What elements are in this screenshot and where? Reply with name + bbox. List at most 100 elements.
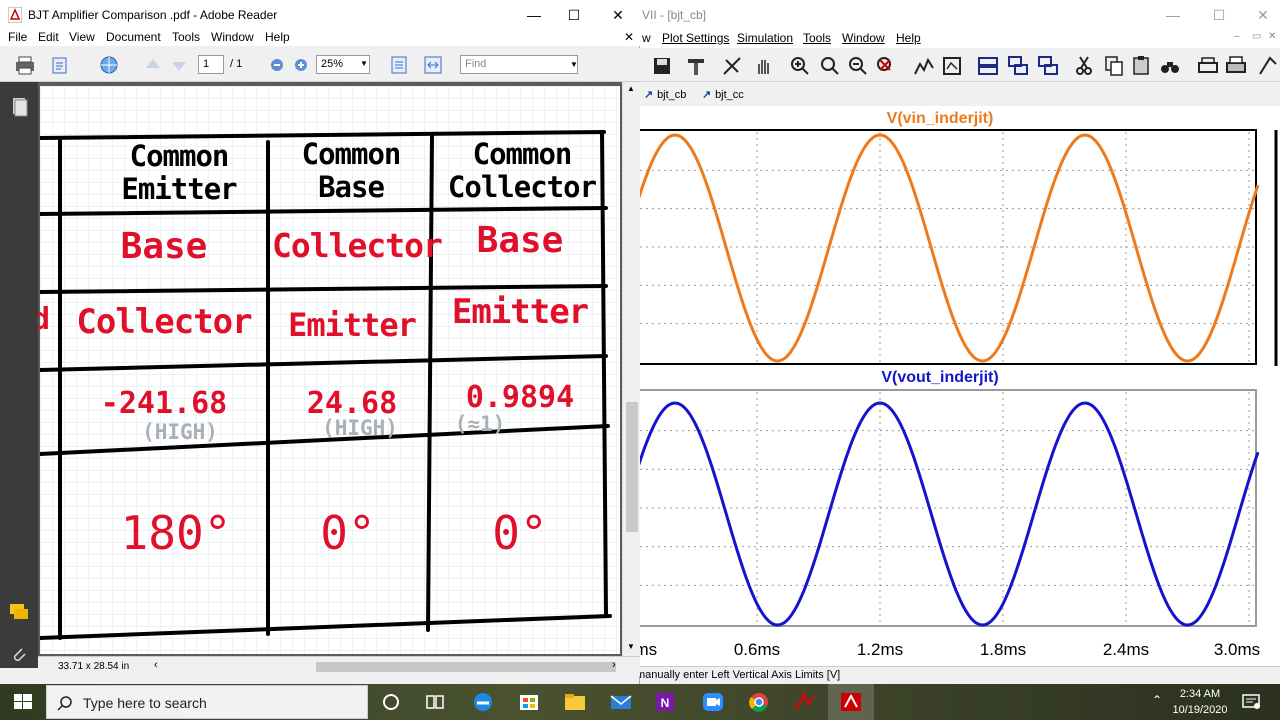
scroll-left-arrow-icon[interactable]: ‹ — [154, 659, 158, 671]
notification-center-icon[interactable] — [1242, 694, 1260, 710]
ltspice-menu-tools[interactable]: Tools — [803, 31, 831, 45]
tile-horizontal-icon[interactable] — [976, 54, 1000, 78]
attachments-paperclip-icon[interactable] — [10, 644, 28, 664]
microsoft-store-icon[interactable] — [506, 684, 552, 720]
zoom-cancel-icon[interactable] — [874, 54, 898, 78]
save-icon[interactable] — [650, 54, 674, 78]
find-dropdown-chevron-icon[interactable]: ▼ — [570, 60, 578, 69]
header-common-emitter-line2: Emitter — [121, 172, 237, 206]
task-view-icon[interactable] — [412, 684, 458, 720]
ltspice-menu-help[interactable]: Help — [896, 31, 921, 45]
vout-trace-title[interactable]: V(vout_inderjit) — [881, 369, 998, 386]
document-view[interactable]: Common Emitter Common Base Common Collec… — [38, 82, 622, 656]
ltspice-mdi-restore[interactable]: ▭ — [1252, 31, 1261, 42]
document-vertical-scrollbar[interactable]: ▲ ▼ — [622, 82, 640, 656]
menu-view[interactable]: View — [69, 30, 95, 44]
mail-icon[interactable] — [598, 684, 644, 720]
print-icon[interactable] — [1224, 54, 1248, 78]
zoom-area-icon[interactable] — [818, 54, 842, 78]
comments-panel-icon[interactable] — [8, 602, 30, 622]
scroll-up-arrow-icon[interactable]: ▲ — [627, 84, 635, 93]
next-page-icon[interactable] — [168, 54, 190, 76]
ltspice-taskbar-icon[interactable] — [782, 684, 828, 720]
scroll-down-arrow-icon[interactable]: ▼ — [627, 642, 635, 651]
cell-gain-note-cb: (HIGH) — [322, 416, 398, 440]
tile-vertical-icon[interactable] — [1036, 54, 1060, 78]
menu-document[interactable]: Document — [106, 30, 161, 44]
menu-edit[interactable]: Edit — [38, 30, 59, 44]
cell-input-cc: Base — [476, 220, 564, 261]
menu-help[interactable]: Help — [265, 30, 290, 44]
waveform-panes[interactable]: V(vin_inderjit) V(vout_inderjit) 0.0ms0.… — [640, 106, 1280, 666]
menu-window[interactable]: Window — [211, 30, 254, 44]
menu-tools[interactable]: Tools — [172, 30, 200, 44]
run-simulation-icon[interactable] — [720, 54, 744, 78]
print-icon[interactable] — [14, 54, 36, 76]
paste-icon[interactable] — [1130, 54, 1154, 78]
zoom-out-icon[interactable] — [846, 54, 870, 78]
tray-overflow-chevron-icon[interactable]: ⌃ — [1152, 693, 1162, 720]
edge-browser-icon[interactable] — [460, 684, 506, 720]
document-close-icon[interactable]: ✕ — [624, 30, 634, 44]
menu-file[interactable]: File — [8, 30, 27, 44]
zoom-app-icon[interactable] — [690, 684, 736, 720]
ltspice-menu-view-fragment[interactable]: w — [642, 31, 651, 45]
cortana-icon[interactable] — [368, 684, 414, 720]
zoom-in-icon[interactable] — [290, 54, 312, 76]
horizontal-scroll-thumb[interactable] — [316, 662, 616, 672]
fit-width-icon[interactable] — [422, 54, 444, 76]
x-axis-ticks: 0.0ms 0.6ms 1.2ms 1.8ms 2.4ms 3.0ms — [640, 640, 1260, 659]
tab-bjt-cc[interactable]: ↗ bjt_cc — [702, 88, 744, 101]
zoom-dropdown-chevron-icon[interactable]: ▼ — [360, 59, 368, 68]
scroll-right-arrow-icon[interactable]: › — [612, 659, 616, 671]
collaborate-globe-icon[interactable] — [98, 54, 120, 76]
vertical-scroll-thumb[interactable] — [626, 402, 638, 532]
ltspice-minimize-button[interactable]: — — [1150, 0, 1196, 30]
cut-icon[interactable] — [1072, 54, 1096, 78]
ltspice-menu-window[interactable]: Window — [842, 31, 885, 45]
find-input[interactable]: Find — [460, 55, 578, 74]
adobe-reader-taskbar-icon[interactable] — [828, 684, 874, 720]
clock-time: 2:34 AM — [1179, 688, 1221, 700]
onenote-icon[interactable]: N — [642, 684, 688, 720]
chrome-icon[interactable] — [736, 684, 782, 720]
pages-panel-icon[interactable] — [10, 96, 28, 118]
ltspice-mdi-minimize[interactable]: – — [1234, 31, 1240, 42]
attach-doc-icon[interactable] — [50, 54, 72, 76]
previous-page-icon[interactable] — [142, 54, 164, 76]
ltspice-close-button[interactable]: ✕ — [1240, 0, 1280, 30]
zoom-in-icon[interactable] — [788, 54, 812, 78]
autorange-icon[interactable] — [912, 54, 936, 78]
tab-bjt-cb[interactable]: ↗ bjt_cb — [644, 88, 686, 101]
reader-minimize-button[interactable]: — — [512, 0, 556, 30]
ltspice-titlebar: VII - [bjt_cb] — ☐ ✕ — [560, 0, 1280, 30]
ltspice-menu-plot-settings[interactable]: Plot Settings — [662, 31, 729, 45]
zoom-out-icon[interactable] — [266, 54, 288, 76]
find-binoculars-icon[interactable] — [1158, 54, 1182, 78]
taskbar-search-box[interactable]: Type here to search — [46, 685, 368, 719]
print-preview-icon[interactable] — [1196, 54, 1220, 78]
pan-hand-icon[interactable] — [752, 54, 776, 78]
control-panel-hammer-icon[interactable] — [684, 54, 708, 78]
page-number-input[interactable]: 1 — [198, 55, 224, 74]
label-net-icon[interactable] — [1256, 54, 1280, 78]
file-explorer-icon[interactable] — [552, 684, 598, 720]
reader-close-button[interactable]: ✕ — [596, 0, 640, 30]
fit-page-icon[interactable] — [388, 54, 410, 76]
cell-input-ce: Base — [120, 226, 208, 267]
windows-start-icon[interactable] — [0, 684, 46, 720]
cell-output-cc: Emitter — [451, 292, 589, 332]
ltspice-maximize-button[interactable]: ☐ — [1196, 0, 1242, 30]
copy-icon[interactable] — [1102, 54, 1126, 78]
x-tick-label: 1.2ms — [857, 640, 903, 659]
ltspice-tabs: ↗ bjt_cb ↗ bjt_cc — [560, 84, 1280, 106]
ltspice-menu-simulation[interactable]: Simulation — [737, 31, 793, 45]
cell-input-cb: Collector — [272, 226, 443, 265]
reader-maximize-button[interactable]: ☐ — [552, 0, 596, 30]
cascade-icon[interactable] — [1006, 54, 1030, 78]
system-clock[interactable]: 2:34 AM 10/19/2020 — [1164, 686, 1236, 718]
fit-icon[interactable] — [940, 54, 964, 78]
vin-trace-title[interactable]: V(vin_inderjit) — [887, 110, 994, 127]
windows-taskbar: Type here to search N ⌃ 2:34 AM 10/19/20… — [0, 684, 1280, 720]
ltspice-mdi-close[interactable]: ✕ — [1268, 31, 1276, 42]
